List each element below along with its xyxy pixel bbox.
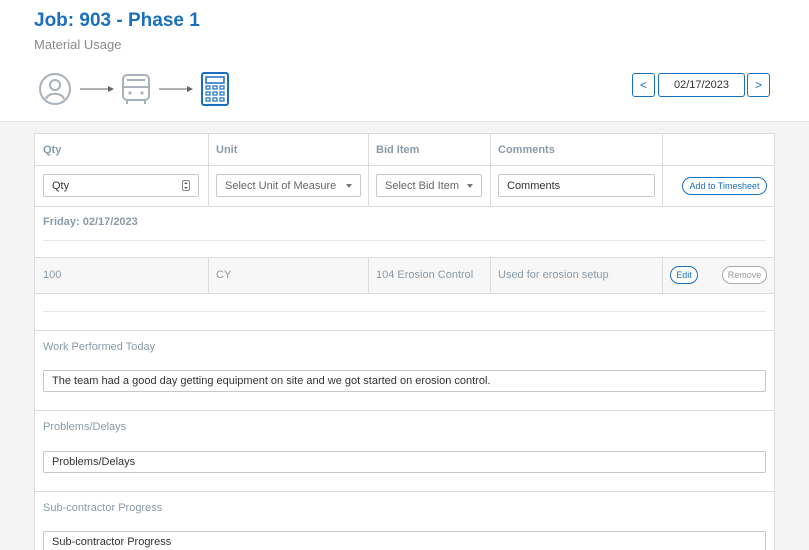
comments-placeholder: Comments <box>507 179 561 192</box>
bid-item-select-value: Select Bid Item <box>385 179 459 192</box>
qty-input[interactable]: Qty <box>43 174 199 197</box>
column-header-unit: Unit <box>216 144 238 156</box>
column-header-bid-item: Bid Item <box>376 144 420 156</box>
chevron-down-icon <box>467 184 473 188</box>
edit-button[interactable]: Edit <box>670 266 698 284</box>
subcontractor-progress-field[interactable]: Sub-contractor Progress <box>43 531 766 550</box>
comments-input[interactable]: Comments <box>498 174 655 197</box>
table-row: 100 CY 104 Erosion Control Used for eros… <box>35 258 774 293</box>
column-header-comments: Comments <box>498 144 555 156</box>
qty-stepper-icon[interactable] <box>182 180 190 191</box>
prev-date-button[interactable]: < <box>632 73 655 97</box>
unit-select[interactable]: Select Unit of Measure <box>216 174 361 197</box>
main-content: Qty Unit Bid Item Comments Qty Select Un… <box>0 122 809 550</box>
row-qty: 100 <box>43 269 62 281</box>
arrow-right-icon <box>159 86 193 92</box>
page-title: Job: 903 - Phase 1 <box>34 10 200 31</box>
column-header-qty: Qty <box>43 144 62 156</box>
row-unit: CY <box>216 269 232 281</box>
bid-item-select[interactable]: Select Bid Item <box>376 174 482 197</box>
date-field[interactable]: 02/17/2023 <box>658 73 745 97</box>
page-header: Job: 903 - Phase 1 Material Usage < 02/1… <box>0 0 809 122</box>
material-panel: Qty Unit Bid Item Comments Qty Select Un… <box>34 133 775 550</box>
arrow-right-icon <box>80 86 114 92</box>
truck-step-icon[interactable] <box>121 72 151 106</box>
add-to-timesheet-button[interactable]: Add to Timesheet <box>682 177 767 195</box>
remove-button[interactable]: Remove <box>722 266 767 284</box>
problems-delays-field[interactable]: Problems/Delays <box>43 451 766 473</box>
chevron-down-icon <box>346 184 352 188</box>
page-subtitle: Material Usage <box>34 37 122 52</box>
qty-placeholder: Qty <box>52 179 70 192</box>
unit-select-value: Select Unit of Measure <box>225 179 337 192</box>
problems-delays-label: Problems/Delays <box>43 421 127 433</box>
work-performed-label: Work Performed Today <box>43 341 156 353</box>
subcontractor-progress-label: Sub-contractor Progress <box>43 502 163 514</box>
day-heading: Friday: 02/17/2023 <box>43 216 138 228</box>
next-date-button[interactable]: > <box>747 73 770 97</box>
person-step-icon[interactable] <box>38 72 72 106</box>
work-performed-field[interactable]: The team had a good day getting equipmen… <box>43 370 766 392</box>
calculator-step-icon[interactable] <box>200 72 230 106</box>
row-comments: Used for erosion setup <box>498 269 609 281</box>
row-bid-item: 104 Erosion Control <box>376 269 474 281</box>
